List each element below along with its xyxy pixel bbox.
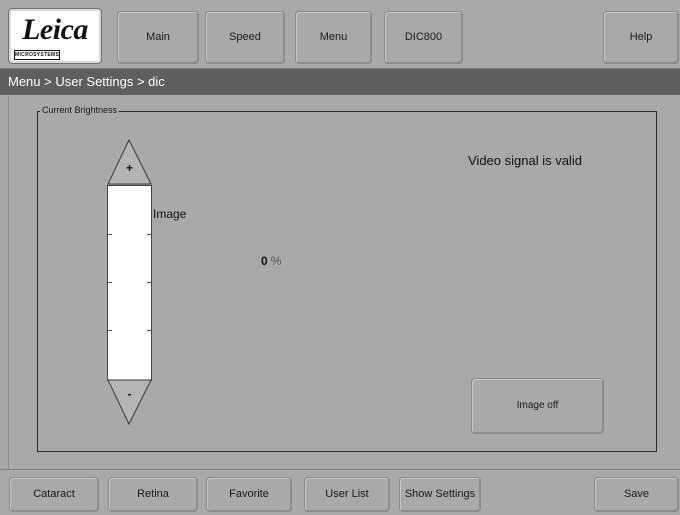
breadcrumb: Menu > User Settings > dic <box>0 69 680 95</box>
brightness-readout: 0% <box>261 254 281 268</box>
group-label: Current Brightness <box>40 104 120 116</box>
slider-tick <box>108 330 112 331</box>
brightness-decrease-button[interactable]: - <box>107 379 152 426</box>
slider-tick <box>147 234 151 235</box>
slider-label: Image <box>153 207 187 221</box>
slider-tick <box>147 282 151 283</box>
main-button[interactable]: Main <box>117 11 199 64</box>
brightness-increase-button[interactable]: + <box>107 138 152 185</box>
menu-button[interactable]: Menu <box>295 11 372 64</box>
dic800-button[interactable]: DIC800 <box>384 11 463 64</box>
show-settings-button[interactable]: Show Settings <box>399 477 481 512</box>
brightness-slider[interactable] <box>107 185 152 381</box>
help-button[interactable]: Help <box>603 11 679 64</box>
leica-logo: Leica MICROSYSTEMS <box>8 8 102 64</box>
logo-wordmark: Leica <box>22 13 88 46</box>
minus-label: - <box>127 387 132 401</box>
speed-button[interactable]: Speed <box>205 11 285 64</box>
save-button[interactable]: Save <box>594 477 679 512</box>
slider-tick <box>108 234 112 235</box>
user-list-button[interactable]: User List <box>304 477 390 512</box>
cataract-button[interactable]: Cataract <box>9 477 99 512</box>
brightness-value: 0 <box>261 254 268 268</box>
favorite-button[interactable]: Favorite <box>206 477 292 512</box>
triangle-down-icon <box>107 379 152 426</box>
image-off-button[interactable]: Image off <box>471 378 604 434</box>
slider-tick <box>147 330 151 331</box>
plus-label: + <box>125 161 133 175</box>
video-signal-status: Video signal is valid <box>468 153 582 168</box>
logo-subtitle: MICROSYSTEMS <box>14 50 60 60</box>
brightness-unit: % <box>270 254 282 268</box>
slider-tick <box>108 282 112 283</box>
retina-button[interactable]: Retina <box>108 477 198 512</box>
